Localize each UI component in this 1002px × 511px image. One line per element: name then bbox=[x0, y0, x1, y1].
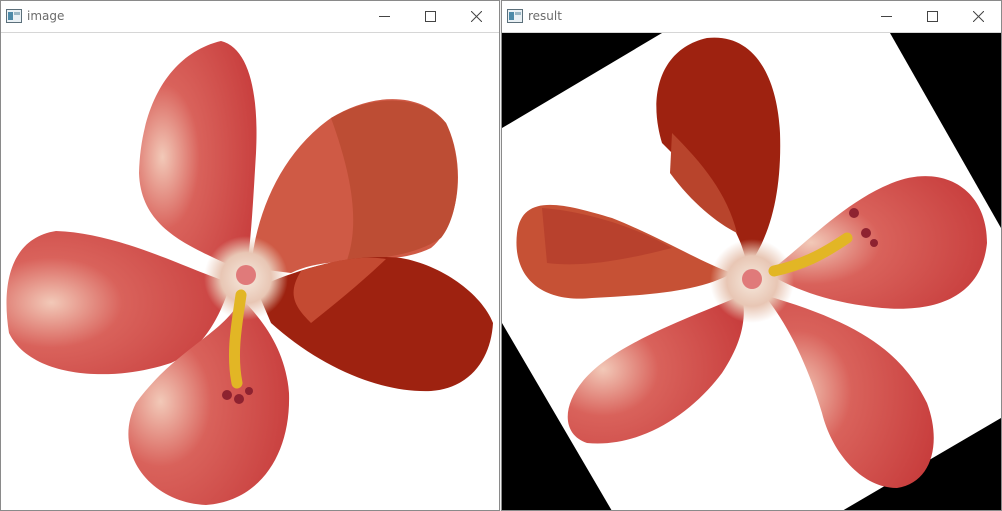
title-bar[interactable]: result bbox=[502, 1, 1001, 33]
image-canvas bbox=[1, 33, 499, 510]
minimize-button[interactable] bbox=[863, 1, 909, 32]
close-icon bbox=[470, 11, 482, 22]
result-canvas bbox=[502, 33, 1001, 510]
maximize-icon bbox=[926, 11, 938, 22]
minimize-icon bbox=[880, 16, 892, 17]
maximize-button[interactable] bbox=[407, 1, 453, 32]
rotated-flower-image bbox=[502, 33, 1001, 510]
close-button[interactable] bbox=[453, 1, 499, 32]
app-icon bbox=[6, 9, 22, 23]
maximize-button[interactable] bbox=[909, 1, 955, 32]
close-icon bbox=[972, 11, 984, 22]
title-bar[interactable]: image bbox=[1, 1, 499, 33]
petal bbox=[256, 257, 493, 392]
image-window[interactable]: image bbox=[0, 0, 500, 511]
window-title: image bbox=[27, 9, 65, 23]
stamen bbox=[228, 289, 247, 389]
close-button[interactable] bbox=[955, 1, 1001, 32]
minimize-icon bbox=[378, 16, 390, 17]
app-icon bbox=[507, 9, 523, 23]
flower-image bbox=[6, 41, 493, 505]
stigma bbox=[222, 390, 232, 400]
stigma bbox=[849, 208, 859, 218]
minimize-button[interactable] bbox=[361, 1, 407, 32]
maximize-icon bbox=[424, 11, 436, 22]
window-title: result bbox=[528, 9, 562, 23]
result-window[interactable]: result bbox=[501, 0, 1002, 511]
